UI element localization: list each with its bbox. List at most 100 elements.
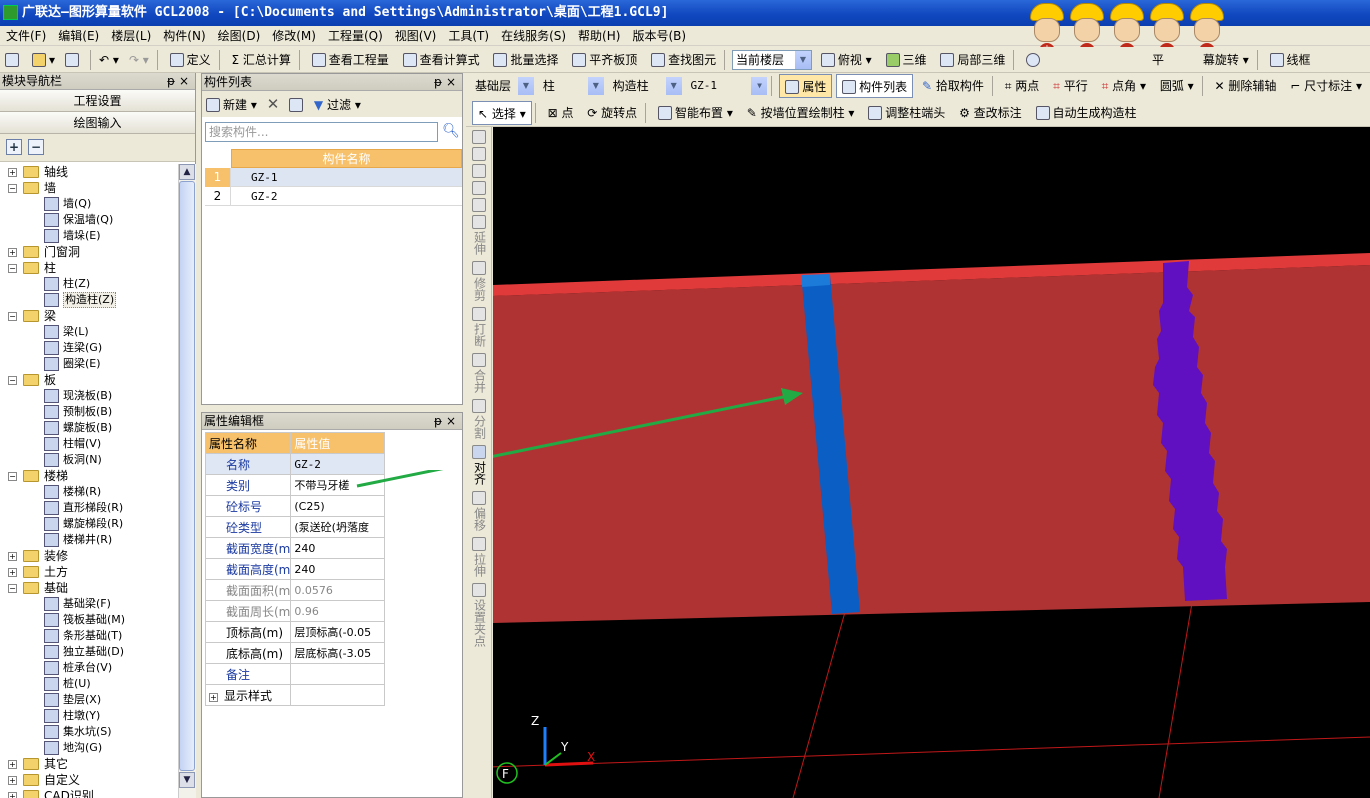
check-label-button[interactable]: ⚙ 查改标注 bbox=[954, 101, 1027, 125]
tree-item[interactable]: 条形基础(T) bbox=[0, 628, 178, 644]
screen-rotate-partial[interactable]: 平 bbox=[1052, 48, 1169, 72]
stretch-tool[interactable]: 拉伸 bbox=[466, 537, 492, 580]
tree-item[interactable]: 楼梯井(R) bbox=[0, 532, 178, 548]
property-row[interactable]: 截面宽度(m 240 bbox=[204, 537, 385, 559]
tree-folder[interactable]: − 板 bbox=[0, 372, 178, 388]
adjust-end-button[interactable]: 调整柱端头 bbox=[863, 101, 950, 125]
break-tool[interactable]: 打断 bbox=[466, 307, 492, 350]
zoom-button[interactable] bbox=[1021, 48, 1048, 72]
brush-tool[interactable] bbox=[466, 130, 492, 144]
auto-generate-button[interactable]: 自动生成构造柱 bbox=[1031, 101, 1142, 125]
two-points-button[interactable]: ⌗ 两点 bbox=[1000, 74, 1045, 98]
table-row[interactable]: 1 GZ-1 bbox=[205, 168, 462, 187]
offset-tool[interactable]: 偏移 bbox=[466, 491, 492, 534]
tree-item[interactable]: 集水坑(S) bbox=[0, 724, 178, 740]
copy-icon[interactable] bbox=[289, 98, 304, 112]
collapse-icon[interactable]: − bbox=[8, 472, 17, 481]
property-row[interactable]: 截面周长(m 0.96 bbox=[204, 600, 385, 622]
scroll-down-icon[interactable]: ▼ bbox=[179, 772, 195, 788]
align-slab-button[interactable]: 平齐板顶 bbox=[567, 48, 642, 72]
wall-body[interactable] bbox=[493, 265, 1370, 623]
menu-version[interactable]: 版本号(B) bbox=[626, 26, 692, 46]
define-button[interactable]: 定义 bbox=[165, 48, 216, 72]
arc-button[interactable]: 圆弧 ▾ bbox=[1155, 74, 1199, 98]
tree-folder[interactable]: + 轴线 bbox=[0, 164, 178, 180]
property-value[interactable] bbox=[290, 663, 385, 685]
tree-item[interactable]: 地沟(G) bbox=[0, 740, 178, 756]
tree-item[interactable]: 柱帽(V) bbox=[0, 436, 178, 452]
tree-folder[interactable]: + 自定义 bbox=[0, 772, 178, 788]
mascot-button[interactable]: ● bbox=[1188, 3, 1226, 59]
expand-icon[interactable]: + bbox=[209, 692, 218, 702]
tree-folder[interactable]: + CAD识别 bbox=[0, 788, 178, 798]
mascot-button[interactable]: ● bbox=[1108, 3, 1146, 59]
calc-button[interactable]: Σ 汇总计算 bbox=[227, 48, 296, 72]
pin-icon[interactable]: ᵽ bbox=[434, 413, 442, 430]
tree-item[interactable]: 柱(Z) bbox=[0, 276, 178, 292]
rotate-point-button[interactable]: ⟳ 旋转点 bbox=[582, 101, 642, 125]
property-row[interactable]: 截面面积(m 0.0576 bbox=[204, 579, 385, 601]
collapse-all-icon[interactable]: − bbox=[28, 139, 44, 155]
batch-select-button[interactable]: 批量选择 bbox=[488, 48, 563, 72]
tree-item[interactable]: 柱墩(Y) bbox=[0, 708, 178, 724]
pin-icon[interactable]: ᵽ bbox=[434, 74, 442, 91]
property-row[interactable]: 砼标号 (C25) bbox=[204, 495, 385, 517]
extend-tool[interactable]: 延伸 bbox=[466, 215, 492, 258]
tree-item[interactable]: 桩(U) bbox=[0, 676, 178, 692]
mascot-button[interactable]: 中 bbox=[1028, 3, 1066, 59]
property-row[interactable]: 顶标高(m) 层顶标高(-0.05 bbox=[204, 621, 385, 643]
collapse-icon[interactable]: − bbox=[8, 184, 17, 193]
nav-scrollbar[interactable]: ▲ ▼ bbox=[178, 164, 196, 798]
new-component-button[interactable]: 新建 ▾ bbox=[206, 98, 257, 112]
tree-folder[interactable]: + 其它 bbox=[0, 756, 178, 772]
menu-help[interactable]: 帮助(H) bbox=[572, 26, 626, 46]
property-value[interactable]: 240 bbox=[290, 558, 385, 580]
tree-item[interactable]: 墙(Q) bbox=[0, 196, 178, 212]
tree-folder[interactable]: + 土方 bbox=[0, 564, 178, 580]
draw-by-wall-button[interactable]: ✎ 按墙位置绘制柱 ▾ bbox=[742, 101, 860, 125]
tree-item[interactable]: 直形梯段(R) bbox=[0, 500, 178, 516]
property-value[interactable]: 0.0576 bbox=[290, 579, 385, 601]
tree-folder[interactable]: − 柱 bbox=[0, 260, 178, 276]
tree-item[interactable]: 独立基础(D) bbox=[0, 644, 178, 660]
point-button[interactable]: ⊠ 点 bbox=[543, 101, 579, 125]
tree-item[interactable]: 构造柱(Z) bbox=[0, 292, 178, 308]
menu-online[interactable]: 在线服务(S) bbox=[495, 26, 572, 46]
floor-select[interactable]: 基础层 ▼ bbox=[471, 76, 535, 96]
tree-item[interactable]: 基础梁(F) bbox=[0, 596, 178, 612]
screen-rotate-button[interactable]: 幕旋转 ▾ bbox=[1173, 48, 1254, 72]
local-3d-button[interactable]: 局部三维 bbox=[935, 48, 1010, 72]
trim-tool[interactable]: 修剪 bbox=[466, 261, 492, 304]
menu-view[interactable]: 视图(V) bbox=[389, 26, 443, 46]
expand-icon[interactable]: + bbox=[8, 760, 17, 769]
search-icon[interactable]: 🔍︎ bbox=[441, 122, 461, 142]
menu-component[interactable]: 构件(N) bbox=[157, 26, 211, 46]
property-value[interactable] bbox=[290, 684, 385, 706]
select-button[interactable]: ↖ 选择 ▾ bbox=[472, 101, 532, 125]
tree-item[interactable]: 预制板(B) bbox=[0, 404, 178, 420]
filter-button[interactable]: ▼ 过滤 ▾ bbox=[314, 98, 361, 112]
expand-icon[interactable]: + bbox=[8, 552, 17, 561]
table-row[interactable]: 2 GZ-2 bbox=[205, 187, 462, 206]
tree-item[interactable]: 垫层(X) bbox=[0, 692, 178, 708]
property-value[interactable]: 240 bbox=[290, 537, 385, 559]
delete-aux-button[interactable]: ✕ 删除辅轴 bbox=[1210, 74, 1282, 98]
tree-item[interactable]: 螺旋板(B) bbox=[0, 420, 178, 436]
element-select[interactable]: GZ-1 ▼ bbox=[686, 76, 768, 96]
close-icon[interactable]: × bbox=[446, 74, 456, 91]
subtype-select[interactable]: 构造柱 ▼ bbox=[609, 76, 683, 96]
tree-item[interactable]: 连梁(G) bbox=[0, 340, 178, 356]
pin-icon[interactable]: ᵽ bbox=[167, 73, 175, 90]
mirror-tool[interactable] bbox=[466, 164, 492, 178]
pick-component-button[interactable]: ✎ 拾取构件 bbox=[917, 74, 989, 98]
expand-icon[interactable]: + bbox=[8, 568, 17, 577]
point-angle-button[interactable]: ⌗ 点角 ▾ bbox=[1097, 74, 1151, 98]
tree-folder[interactable]: − 墙 bbox=[0, 180, 178, 196]
top-view-button[interactable]: 俯视 ▾ bbox=[816, 48, 877, 72]
menu-quantity[interactable]: 工程量(Q) bbox=[322, 26, 389, 46]
drawing-input-button[interactable]: 绘图输入 bbox=[0, 112, 195, 134]
copy-tool[interactable] bbox=[466, 147, 492, 161]
component-list-button[interactable]: 构件列表 bbox=[836, 74, 914, 98]
project-settings-button[interactable]: 工程设置 bbox=[0, 90, 195, 112]
property-row[interactable]: 截面高度(m 240 bbox=[204, 558, 385, 580]
